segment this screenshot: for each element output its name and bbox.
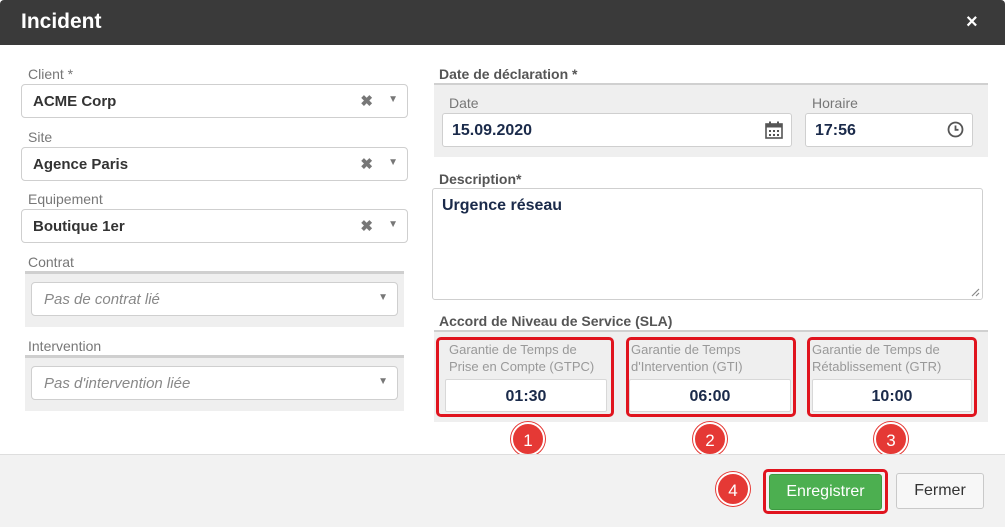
client-value: ACME Corp [33,93,117,110]
calendar-icon[interactable] [765,121,783,144]
time-input[interactable]: 17:56 [805,113,973,147]
clear-icon[interactable]: ✖ [360,92,373,110]
site-select[interactable]: Agence Paris ✖ ▼ [21,147,408,181]
highlight-box-4 [763,469,888,514]
dialog-header [0,0,1005,45]
step-badge-2: 2 [693,422,727,456]
step-badge-1: 1 [511,422,545,456]
step-badge-4: 4 [716,472,750,506]
sla-section-label: Accord de Niveau de Service (SLA) [439,313,673,329]
highlight-box-3 [807,337,977,417]
intervention-label: Intervention [28,338,102,354]
description-label: Description* [439,171,522,187]
description-value: Urgence réseau [442,197,563,214]
equipement-value: Boutique 1er [33,218,125,235]
close-icon[interactable]: × [966,10,978,34]
clear-icon[interactable]: ✖ [360,217,373,235]
date-label: Date [449,95,479,111]
date-input[interactable]: 15.09.2020 [442,113,792,147]
clear-icon[interactable]: ✖ [360,155,373,173]
description-textarea[interactable]: Urgence réseau [432,188,983,300]
close-button[interactable]: Fermer [896,473,984,509]
intervention-placeholder: Pas d'intervention liée [44,375,191,392]
highlight-box-1 [436,337,614,417]
intervention-select[interactable]: Pas d'intervention liée ▼ [31,366,398,400]
contrat-label: Contrat [28,254,74,270]
equipement-select[interactable]: Boutique 1er ✖ ▼ [21,209,408,243]
resize-handle-icon[interactable] [970,287,980,297]
site-label: Site [28,129,53,145]
date-value: 15.09.2020 [452,122,533,139]
dialog-title: Incident [21,10,102,33]
time-label: Horaire [812,95,858,111]
contrat-placeholder: Pas de contrat lié [44,291,160,308]
chevron-down-icon[interactable]: ▼ [378,376,388,387]
chevron-down-icon[interactable]: ▼ [388,157,398,168]
site-value: Agence Paris [33,156,129,173]
chevron-down-icon[interactable]: ▼ [388,219,398,230]
equipement-label: Equipement [28,191,103,207]
time-value: 17:56 [815,122,856,139]
client-select[interactable]: ACME Corp ✖ ▼ [21,84,408,118]
client-label: Client * [28,66,74,82]
chevron-down-icon[interactable]: ▼ [378,292,388,303]
contrat-select[interactable]: Pas de contrat lié ▼ [31,282,398,316]
highlight-box-2 [626,337,796,417]
declaration-section-label: Date de déclaration * [439,66,578,82]
chevron-down-icon[interactable]: ▼ [388,94,398,105]
clock-icon[interactable] [947,121,964,143]
step-badge-3: 3 [874,422,908,456]
